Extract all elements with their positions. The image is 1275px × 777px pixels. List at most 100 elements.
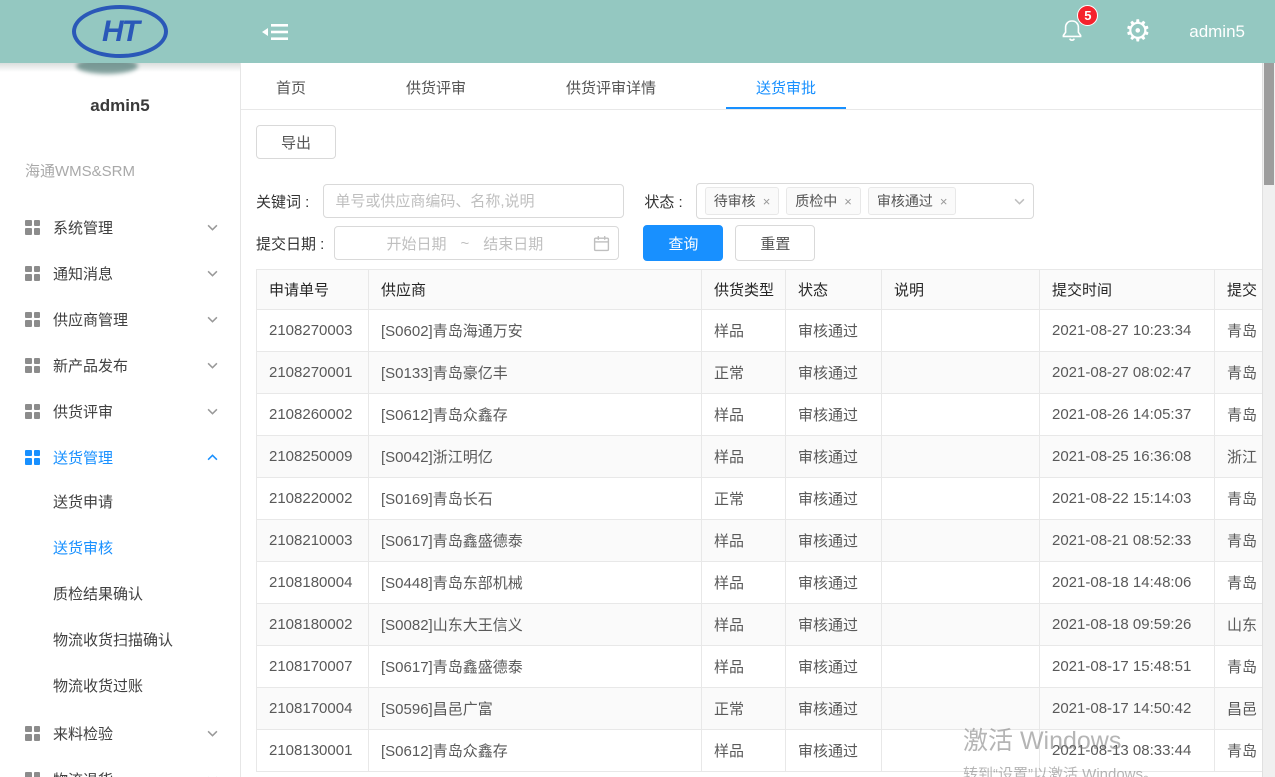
appstore-grid-icon (25, 726, 40, 741)
date-end-placeholder[interactable]: 结束日期 (483, 233, 543, 254)
cell-supplier: [S0169]青岛长石 (369, 478, 702, 520)
cell-submit-time: 2021-08-18 14:48:06 (1040, 562, 1215, 604)
cell-status: 审核通过 (786, 646, 882, 688)
chevron-down-icon (207, 362, 218, 369)
table-row[interactable]: 2108270001[S0133]青岛豪亿丰正常审核通过2021-08-27 0… (257, 352, 1263, 394)
sidebar-item[interactable]: 送货管理 (0, 434, 240, 480)
column-header: 供货类型 (702, 270, 786, 310)
table-row[interactable]: 2108250009[S0042]浙江明亿样品审核通过2021-08-25 16… (257, 436, 1263, 478)
cell-submit-time: 2021-08-25 16:36:08 (1040, 436, 1215, 478)
cell-note (882, 478, 1040, 520)
cell-supplier: [S0133]青岛豪亿丰 (369, 352, 702, 394)
sidebar-item[interactable]: 新产品发布 (0, 342, 240, 388)
table-row[interactable]: 2108210003[S0617]青岛鑫盛德泰样品审核通过2021-08-21 … (257, 520, 1263, 562)
cell-submit-extra: 青岛 (1215, 394, 1263, 436)
table-row[interactable]: 2108260002[S0612]青岛众鑫存样品审核通过2021-08-26 1… (257, 394, 1263, 436)
header-right: 5 ⚙ admin5 (1060, 0, 1245, 63)
cell-supplier: [S0082]山东大王信义 (369, 604, 702, 646)
cell-supplier: [S0596]昌邑广富 (369, 688, 702, 730)
menu-fold-icon[interactable] (262, 19, 290, 45)
cell-supply-type: 样品 (702, 436, 786, 478)
tab-item[interactable]: 首页 (246, 63, 336, 109)
filter-row-date: 提交日期 : 开始日期 ~ 结束日期 查询 重置 (256, 225, 1247, 261)
appstore-grid-icon (25, 404, 40, 419)
sidebar-item[interactable]: 通知消息 (0, 250, 240, 296)
export-button[interactable]: 导出 (256, 125, 336, 159)
cell-supply-type: 样品 (702, 562, 786, 604)
cell-submit-time: 2021-08-17 15:48:51 (1040, 646, 1215, 688)
sidebar-subitem[interactable]: 物流收货过账 (0, 664, 240, 710)
keyword-input[interactable] (323, 184, 624, 218)
table-row[interactable]: 2108270003[S0602]青岛海通万安样品审核通过2021-08-27 … (257, 310, 1263, 352)
cell-order-no: 2108170004 (257, 688, 369, 730)
sidebar-item[interactable]: 系统管理 (0, 204, 240, 250)
status-tag: 审核通过 × (868, 187, 957, 215)
date-range-input[interactable]: 开始日期 ~ 结束日期 (334, 226, 619, 260)
sidebar-item-label: 系统管理 (53, 217, 113, 238)
cell-supply-type: 正常 (702, 352, 786, 394)
cell-submit-extra: 青岛 (1215, 310, 1263, 352)
cell-submit-extra: 青岛 (1215, 520, 1263, 562)
notification-bell-icon[interactable]: 5 (1060, 17, 1086, 47)
table-row[interactable]: 2108170007[S0617]青岛鑫盛德泰样品审核通过2021-08-17 … (257, 646, 1263, 688)
table-row[interactable]: 2108170004[S0596]昌邑广富正常审核通过2021-08-17 14… (257, 688, 1263, 730)
table-row[interactable]: 2108180002[S0082]山东大王信义样品审核通过2021-08-18 … (257, 604, 1263, 646)
table-row[interactable]: 2108220002[S0169]青岛长石正常审核通过2021-08-22 15… (257, 478, 1263, 520)
cell-submit-extra: 浙江 (1215, 436, 1263, 478)
sidebar-subitem[interactable]: 送货审核 (0, 526, 240, 572)
settings-gear-icon[interactable]: ⚙ (1124, 17, 1151, 47)
sidebar-item[interactable]: 供应商管理 (0, 296, 240, 342)
reset-button[interactable]: 重置 (735, 225, 815, 261)
sidebar-subitem[interactable]: 物流收货扫描确认 (0, 618, 240, 664)
calendar-icon (593, 235, 610, 252)
tab-item[interactable]: 供货评审详情 (536, 63, 686, 109)
cell-submit-time: 2021-08-27 08:02:47 (1040, 352, 1215, 394)
status-label: 状态 : (644, 191, 682, 212)
scrollbar-thumb[interactable] (1264, 63, 1274, 185)
cell-status: 审核通过 (786, 730, 882, 772)
cell-submit-time: 2021-08-22 15:14:03 (1040, 478, 1215, 520)
cell-supply-type: 正常 (702, 478, 786, 520)
tag-close-icon[interactable]: × (763, 194, 771, 209)
cell-supply-type: 样品 (702, 604, 786, 646)
tag-close-icon[interactable]: × (940, 194, 948, 209)
search-button[interactable]: 查询 (643, 225, 723, 261)
cell-submit-extra: 青岛 (1215, 646, 1263, 688)
tab-active[interactable]: 送货审批 (726, 63, 846, 109)
column-header: 状态 (786, 270, 882, 310)
cell-submit-extra: 山东 (1215, 604, 1263, 646)
date-start-placeholder[interactable]: 开始日期 (386, 233, 446, 254)
header-username[interactable]: admin5 (1189, 22, 1245, 42)
notification-badge: 5 (1077, 5, 1098, 26)
cell-note (882, 352, 1040, 394)
cell-supply-type: 样品 (702, 520, 786, 562)
cell-status: 审核通过 (786, 352, 882, 394)
tag-close-icon[interactable]: × (844, 194, 852, 209)
vertical-scrollbar[interactable] (1262, 63, 1275, 777)
system-title: 海通WMS&SRM (25, 160, 240, 181)
sidebar-subitem[interactable]: 质检结果确认 (0, 572, 240, 618)
cell-note (882, 436, 1040, 478)
cell-supplier: [S0042]浙江明亿 (369, 436, 702, 478)
status-multiselect[interactable]: 待审核 ×质检中 ×审核通过 × (696, 183, 1034, 219)
table-row[interactable]: 2108180004[S0448]青岛东部机械样品审核通过2021-08-18 … (257, 562, 1263, 604)
sidebar-item[interactable]: 来料检验 (0, 710, 240, 756)
chevron-up-icon (207, 454, 218, 461)
status-tag: 质检中 × (786, 187, 861, 215)
cell-supplier: [S0612]青岛众鑫存 (369, 394, 702, 436)
cell-submit-extra: 青岛 (1215, 730, 1263, 772)
cell-status: 审核通过 (786, 394, 882, 436)
cell-supplier: [S0448]青岛东部机械 (369, 562, 702, 604)
sidebar-item-label: 物流退货 (53, 769, 113, 777)
sidebar-subitem[interactable]: 送货申请 (0, 480, 240, 526)
sidebar-item[interactable]: 物流退货 (0, 756, 240, 777)
cell-submit-extra: 青岛 (1215, 352, 1263, 394)
sidebar: admin5 海通WMS&SRM 系统管理 通知消息 供应商管理 新产品发布 供… (0, 63, 240, 777)
tab-item[interactable]: 供货评审 (376, 63, 496, 109)
cell-supply-type: 样品 (702, 310, 786, 352)
cell-note (882, 520, 1040, 562)
sidebar-item[interactable]: 供货评审 (0, 388, 240, 434)
results-table: 申请单号供应商供货类型状态说明提交时间提交 2108270003[S0602]青… (256, 269, 1262, 772)
table-row[interactable]: 2108130001[S0612]青岛众鑫存样品审核通过2021-08-13 0… (257, 730, 1263, 772)
sidebar-item-label: 来料检验 (53, 723, 113, 744)
